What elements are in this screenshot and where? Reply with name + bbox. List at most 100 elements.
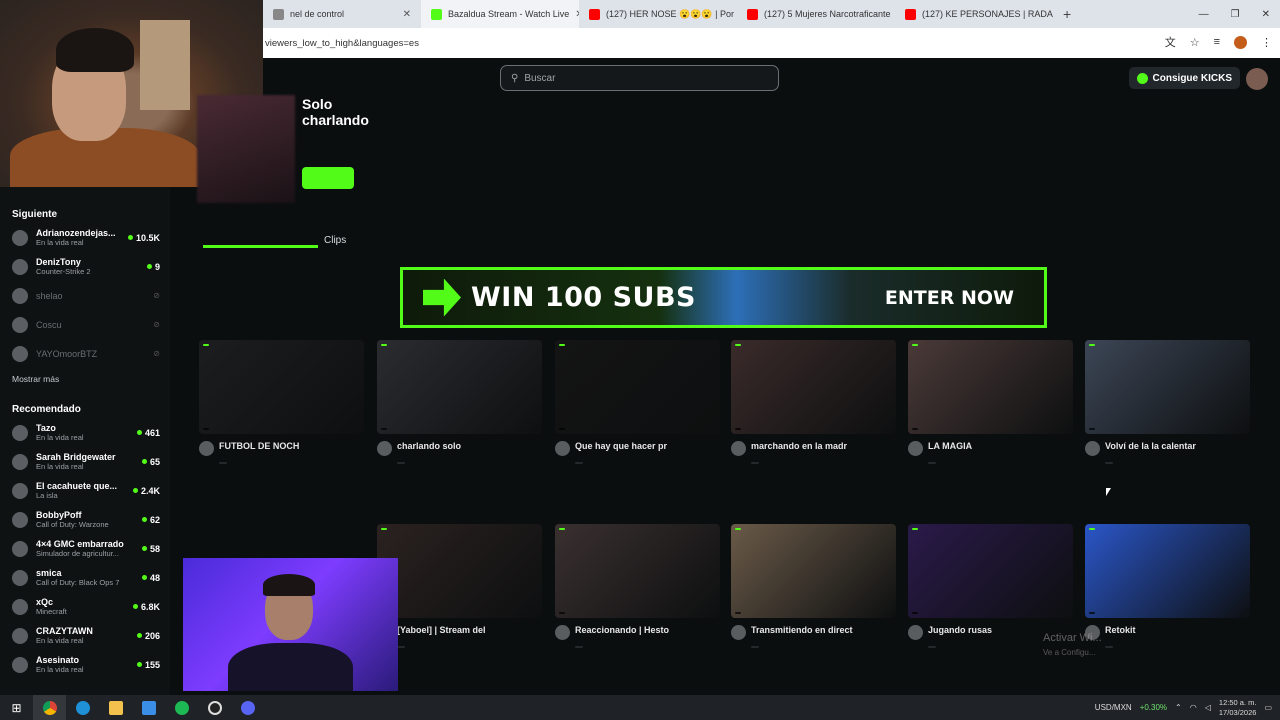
browser-tab[interactable]: (127) KE PERSONAJES | RADAR ✕ bbox=[895, 0, 1053, 28]
stream-title[interactable]: Transmitiendo en direct bbox=[751, 625, 891, 635]
stream-title[interactable]: Que hay que hacer pr bbox=[575, 441, 715, 451]
language-tag[interactable] bbox=[1105, 462, 1113, 464]
stream-thumbnail[interactable] bbox=[1085, 340, 1250, 434]
new-tab-button[interactable]: + bbox=[1053, 6, 1081, 22]
streamer-avatar[interactable] bbox=[377, 441, 392, 456]
obs-icon[interactable] bbox=[198, 695, 231, 720]
streamer-avatar[interactable] bbox=[199, 441, 214, 456]
browser-tab[interactable]: Bazaldua Stream - Watch Live ✕ bbox=[421, 0, 579, 28]
stream-card[interactable]: charlando solo bbox=[377, 340, 542, 469]
follow-category-button[interactable] bbox=[302, 167, 354, 189]
close-tab-icon[interactable]: ✕ bbox=[403, 9, 411, 20]
volume-icon[interactable]: ◁ bbox=[1205, 703, 1211, 712]
address-bar[interactable]: viewers_low_to_high&languages=es 文 ☆ ≡ ⋮ bbox=[263, 28, 1280, 58]
menu-kebab-icon[interactable]: ⋮ bbox=[1261, 36, 1272, 49]
streamer-avatar[interactable] bbox=[1085, 441, 1100, 456]
stream-title[interactable]: LA MAGIA bbox=[928, 441, 1068, 451]
file-explorer-icon[interactable] bbox=[99, 695, 132, 720]
stream-title[interactable]: Reaccionando | Hesto bbox=[575, 625, 715, 635]
sidebar-channel-tazo[interactable]: Tazo En la vida real 461 bbox=[0, 418, 170, 447]
browser-tab[interactable]: (127) 5 Mujeres Narcotraficante ✕ bbox=[737, 0, 895, 28]
wifi-icon[interactable]: ◠ bbox=[1190, 703, 1197, 712]
browser-tab[interactable]: (127) HER NOSE 😮😮😮 | Por ✕ bbox=[579, 0, 737, 28]
sidebar-channel-adrianozendejas-[interactable]: Adrianozendejas... En la vida real 10.5K bbox=[0, 223, 170, 252]
language-tag[interactable] bbox=[575, 462, 583, 464]
sidebar-channel-coscu[interactable]: Coscu ⊘ bbox=[0, 310, 170, 339]
language-tag[interactable] bbox=[575, 646, 583, 648]
stream-thumbnail[interactable] bbox=[377, 340, 542, 434]
sidebar-channel-bobbypoff[interactable]: BobbyPoff Call of Duty: Warzone 62 bbox=[0, 505, 170, 534]
stream-title[interactable]: Retokit bbox=[1105, 625, 1245, 635]
promo-banner[interactable]: WIN 100 SUBS ENTER NOW bbox=[400, 267, 1047, 328]
windows-start-icon[interactable]: ⊞ bbox=[0, 695, 33, 720]
edge-icon[interactable] bbox=[66, 695, 99, 720]
stream-card[interactable]: Transmitiendo en direct bbox=[731, 524, 896, 653]
stream-title[interactable]: FUTBOL DE NOCH bbox=[219, 441, 359, 451]
language-tag[interactable] bbox=[397, 646, 405, 648]
sidebar-channel-asesinato[interactable]: Asesinato En la vida real 155 bbox=[0, 650, 170, 679]
close-window-icon[interactable]: ✕ bbox=[1262, 9, 1270, 20]
language-tag[interactable] bbox=[928, 646, 936, 648]
clock[interactable]: 12:50 a. m. 17/03/2026 bbox=[1219, 698, 1257, 718]
stream-thumbnail[interactable] bbox=[908, 340, 1073, 434]
stream-card[interactable]: LA MAGIA bbox=[908, 340, 1073, 469]
stream-card[interactable]: Reaccionando | Hesto bbox=[555, 524, 720, 653]
show-more-link[interactable]: Mostrar más bbox=[0, 374, 170, 386]
sidebar-channel-el-cacahuete-que-[interactable]: El cacahuete que... La isla 2.4K bbox=[0, 476, 170, 505]
streamer-avatar[interactable] bbox=[908, 625, 923, 640]
translate-icon[interactable]: 文 bbox=[1165, 34, 1176, 50]
stream-title[interactable]: Volví de la la calentar bbox=[1105, 441, 1245, 451]
store-icon[interactable] bbox=[132, 695, 165, 720]
language-tag[interactable] bbox=[397, 462, 405, 464]
streamer-avatar[interactable] bbox=[555, 441, 570, 456]
stream-card[interactable]: Volví de la la calentar bbox=[1085, 340, 1250, 469]
user-avatar[interactable] bbox=[1246, 68, 1268, 90]
tab-livestreams-active[interactable] bbox=[203, 245, 318, 248]
chrome-icon[interactable] bbox=[33, 695, 66, 720]
stream-card[interactable]: FUTBOL DE NOCH bbox=[199, 340, 364, 469]
profile-icon[interactable] bbox=[1234, 35, 1247, 49]
sidebar-channel-xqc[interactable]: xQc Minecraft 6.8K bbox=[0, 592, 170, 621]
language-tag[interactable] bbox=[751, 462, 759, 464]
streamer-avatar[interactable] bbox=[731, 441, 746, 456]
stream-thumbnail[interactable] bbox=[555, 340, 720, 434]
stream-card[interactable]: Retokit bbox=[1085, 524, 1250, 653]
stream-thumbnail[interactable] bbox=[908, 524, 1073, 618]
spotify-icon[interactable] bbox=[165, 695, 198, 720]
maximize-icon[interactable]: ❐ bbox=[1231, 9, 1240, 20]
sidebar-channel-deniztony[interactable]: DenizTony Counter-Strike 2 9 bbox=[0, 252, 170, 281]
currency-widget-label[interactable]: USD/MXN bbox=[1095, 703, 1132, 712]
bookmark-star-icon[interactable]: ☆ bbox=[1190, 36, 1200, 49]
url-text[interactable]: viewers_low_to_high&languages=es bbox=[265, 38, 419, 49]
banner-cta[interactable]: ENTER NOW bbox=[885, 287, 1014, 309]
discord-icon[interactable] bbox=[231, 695, 264, 720]
browser-tab[interactable]: nel de control ✕ bbox=[263, 0, 421, 28]
stream-title[interactable]: [Yaboel] | Stream del bbox=[397, 625, 537, 635]
stream-card[interactable]: [Yaboel] | Stream del bbox=[377, 524, 542, 653]
stream-thumbnail[interactable] bbox=[731, 340, 896, 434]
language-tag[interactable] bbox=[1105, 646, 1113, 648]
notifications-icon[interactable]: ▭ bbox=[1264, 703, 1272, 712]
streamer-avatar[interactable] bbox=[731, 625, 746, 640]
stream-thumbnail[interactable] bbox=[555, 524, 720, 618]
language-tag[interactable] bbox=[928, 462, 936, 464]
stream-title[interactable]: charlando solo bbox=[397, 441, 537, 451]
stream-thumbnail[interactable] bbox=[199, 340, 364, 434]
search-input[interactable]: ⚲ Buscar bbox=[500, 65, 779, 91]
sidebar-channel-smica[interactable]: smica Call of Duty: Black Ops 7 48 bbox=[0, 563, 170, 592]
tab-clips[interactable]: Clips bbox=[324, 235, 346, 246]
stream-thumbnail[interactable] bbox=[377, 524, 542, 618]
sidebar-channel-4-4-gmc-embarrado[interactable]: 4×4 GMC embarrado Simulador de agricultur… bbox=[0, 534, 170, 563]
media-controls-icon[interactable]: ≡ bbox=[1214, 36, 1220, 48]
sidebar-channel-shelao[interactable]: shelao ⊘ bbox=[0, 281, 170, 310]
streamer-avatar[interactable] bbox=[555, 625, 570, 640]
streamer-avatar[interactable] bbox=[908, 441, 923, 456]
language-tag[interactable] bbox=[219, 462, 227, 464]
get-kicks-button[interactable]: Consigue KICKS bbox=[1128, 67, 1240, 89]
stream-card[interactable]: marchando en la madr bbox=[731, 340, 896, 469]
stream-thumbnail[interactable] bbox=[731, 524, 896, 618]
sidebar-channel-yayomoorbtz[interactable]: YAYOmoorBTZ ⊘ bbox=[0, 339, 170, 368]
minimize-icon[interactable]: — bbox=[1199, 9, 1209, 20]
tray-overflow-icon[interactable]: ⌃ bbox=[1175, 703, 1182, 712]
sidebar-channel-sarah-bridgewater[interactable]: Sarah Bridgewater En la vida real 65 bbox=[0, 447, 170, 476]
